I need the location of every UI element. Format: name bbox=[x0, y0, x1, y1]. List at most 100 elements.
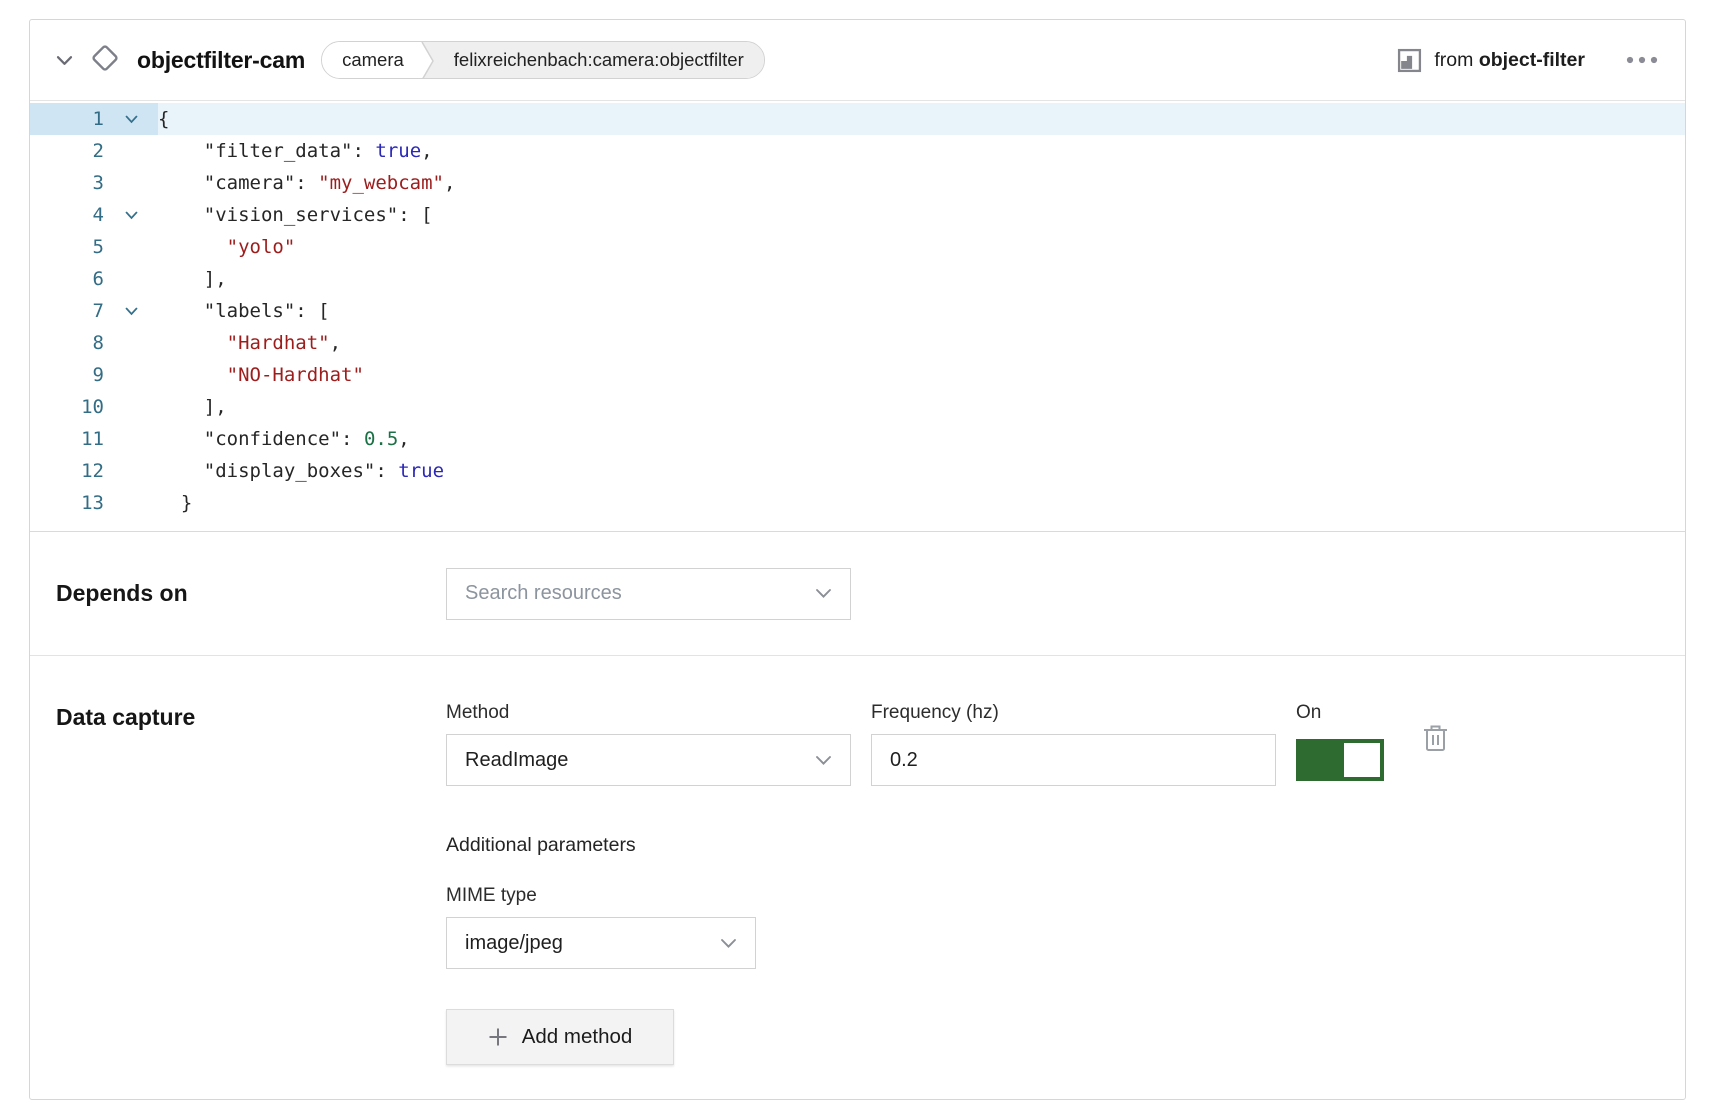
mime-type-value: image/jpeg bbox=[465, 932, 563, 955]
code-text: "filter_data": true, bbox=[158, 135, 433, 167]
code-text: ], bbox=[158, 391, 227, 423]
search-resources-placeholder: Search resources bbox=[465, 582, 622, 605]
frequency-value: 0.2 bbox=[890, 749, 918, 772]
depends-on-heading: Depends on bbox=[56, 580, 446, 607]
editor-gutter: 3 bbox=[30, 167, 158, 199]
line-number: 13 bbox=[30, 487, 104, 519]
frequency-label: Frequency (hz) bbox=[871, 702, 1276, 724]
line-number: 7 bbox=[30, 295, 104, 327]
add-method-button[interactable]: Add method bbox=[446, 1009, 674, 1065]
code-text: "vision_services": [ bbox=[158, 199, 433, 231]
code-text: "labels": [ bbox=[158, 295, 330, 327]
code-line-10[interactable]: 10 ], bbox=[30, 391, 1685, 423]
line-number: 6 bbox=[30, 263, 104, 295]
fold-spacer bbox=[104, 167, 158, 199]
component-type: camera bbox=[322, 42, 418, 78]
code-text: "confidence": 0.5, bbox=[158, 423, 410, 455]
component-diamond-icon bbox=[89, 42, 121, 79]
component-model: felixreichenbach:camera:objectfilter bbox=[438, 42, 764, 78]
editor-gutter: 1 bbox=[30, 103, 158, 135]
editor-gutter: 11 bbox=[30, 423, 158, 455]
line-number: 2 bbox=[30, 135, 104, 167]
additional-parameters-label: Additional parameters bbox=[446, 834, 1449, 857]
code-line-2[interactable]: 2 "filter_data": true, bbox=[30, 135, 1685, 167]
line-number: 4 bbox=[30, 199, 104, 231]
code-lines: 1{2 "filter_data": true,3 "camera": "my_… bbox=[30, 103, 1685, 519]
module-name: object-filter bbox=[1479, 49, 1585, 71]
code-line-7[interactable]: 7 "labels": [ bbox=[30, 295, 1685, 327]
code-line-9[interactable]: 9 "NO-Hardhat" bbox=[30, 359, 1685, 391]
fold-spacer bbox=[104, 263, 158, 295]
delete-method-trash-icon[interactable] bbox=[1422, 722, 1449, 753]
badge-separator-chevron-icon bbox=[418, 42, 438, 78]
code-line-8[interactable]: 8 "Hardhat", bbox=[30, 327, 1685, 359]
code-text: "NO-Hardhat" bbox=[158, 359, 364, 391]
header-right: from object-filter bbox=[1397, 48, 1659, 73]
chevron-down-icon bbox=[815, 588, 832, 599]
fold-spacer bbox=[104, 359, 158, 391]
code-line-6[interactable]: 6 ], bbox=[30, 263, 1685, 295]
fold-chevron-icon[interactable] bbox=[104, 199, 158, 231]
data-capture-section: Data capture Method ReadImage bbox=[30, 655, 1685, 1099]
capture-method-row: Method ReadImage Frequency (hz) 0 bbox=[446, 702, 1449, 786]
code-text: "camera": "my_webcam", bbox=[158, 167, 455, 199]
code-text: "Hardhat", bbox=[158, 327, 341, 359]
data-capture-fields: Method ReadImage Frequency (hz) 0 bbox=[446, 702, 1449, 1065]
mime-type-select[interactable]: image/jpeg bbox=[446, 917, 756, 969]
fold-spacer bbox=[104, 487, 158, 519]
fold-spacer bbox=[104, 231, 158, 263]
editor-gutter: 8 bbox=[30, 327, 158, 359]
editor-gutter: 6 bbox=[30, 263, 158, 295]
line-number: 3 bbox=[30, 167, 104, 199]
code-line-3[interactable]: 3 "camera": "my_webcam", bbox=[30, 167, 1685, 199]
mime-type-label: MIME type bbox=[446, 885, 1449, 907]
fold-spacer bbox=[104, 455, 158, 487]
depends-on-section: Depends on Search resources bbox=[30, 532, 1685, 655]
line-number: 8 bbox=[30, 327, 104, 359]
method-value: ReadImage bbox=[465, 749, 568, 772]
capture-on-toggle[interactable] bbox=[1296, 739, 1384, 781]
fold-spacer bbox=[104, 327, 158, 359]
fold-chevron-icon[interactable] bbox=[104, 295, 158, 327]
overflow-menu-button[interactable] bbox=[1625, 56, 1659, 64]
code-text: "yolo" bbox=[158, 231, 295, 263]
from-module-label: from object-filter bbox=[1434, 49, 1585, 72]
editor-gutter: 9 bbox=[30, 359, 158, 391]
data-capture-heading: Data capture bbox=[56, 702, 446, 731]
code-text: ], bbox=[158, 263, 227, 295]
editor-gutter: 4 bbox=[30, 199, 158, 231]
component-title: objectfilter-cam bbox=[137, 47, 305, 74]
line-number: 10 bbox=[30, 391, 104, 423]
toggle-knob bbox=[1344, 743, 1380, 777]
code-text: } bbox=[158, 487, 192, 519]
editor-gutter: 5 bbox=[30, 231, 158, 263]
fold-spacer bbox=[104, 423, 158, 455]
json-attributes-editor[interactable]: 1{2 "filter_data": true,3 "camera": "my_… bbox=[30, 100, 1685, 532]
editor-gutter: 7 bbox=[30, 295, 158, 327]
code-line-12[interactable]: 12 "display_boxes": true bbox=[30, 455, 1685, 487]
collapse-chevron-icon[interactable] bbox=[56, 55, 73, 66]
code-line-13[interactable]: 13 } bbox=[30, 487, 1685, 519]
code-text: { bbox=[158, 103, 169, 135]
fold-spacer bbox=[104, 391, 158, 423]
method-select[interactable]: ReadImage bbox=[446, 734, 851, 786]
line-number: 12 bbox=[30, 455, 104, 487]
frequency-input[interactable]: 0.2 bbox=[871, 734, 1276, 786]
chevron-down-icon bbox=[720, 938, 737, 949]
editor-gutter: 10 bbox=[30, 391, 158, 423]
plus-icon bbox=[488, 1027, 508, 1047]
line-number: 1 bbox=[30, 103, 104, 135]
toggle-on-label: On bbox=[1296, 702, 1384, 724]
chevron-down-icon bbox=[815, 755, 832, 766]
fold-chevron-icon[interactable] bbox=[104, 103, 158, 135]
add-method-label: Add method bbox=[522, 1025, 633, 1049]
depends-on-search-select[interactable]: Search resources bbox=[446, 568, 851, 620]
line-number: 9 bbox=[30, 359, 104, 391]
code-line-1[interactable]: 1{ bbox=[30, 103, 1685, 135]
code-line-5[interactable]: 5 "yolo" bbox=[30, 231, 1685, 263]
code-text: "display_boxes": true bbox=[158, 455, 444, 487]
code-line-4[interactable]: 4 "vision_services": [ bbox=[30, 199, 1685, 231]
code-line-11[interactable]: 11 "confidence": 0.5, bbox=[30, 423, 1685, 455]
editor-gutter: 12 bbox=[30, 455, 158, 487]
component-card: objectfilter-cam camera felixreichenbach… bbox=[29, 19, 1686, 1100]
